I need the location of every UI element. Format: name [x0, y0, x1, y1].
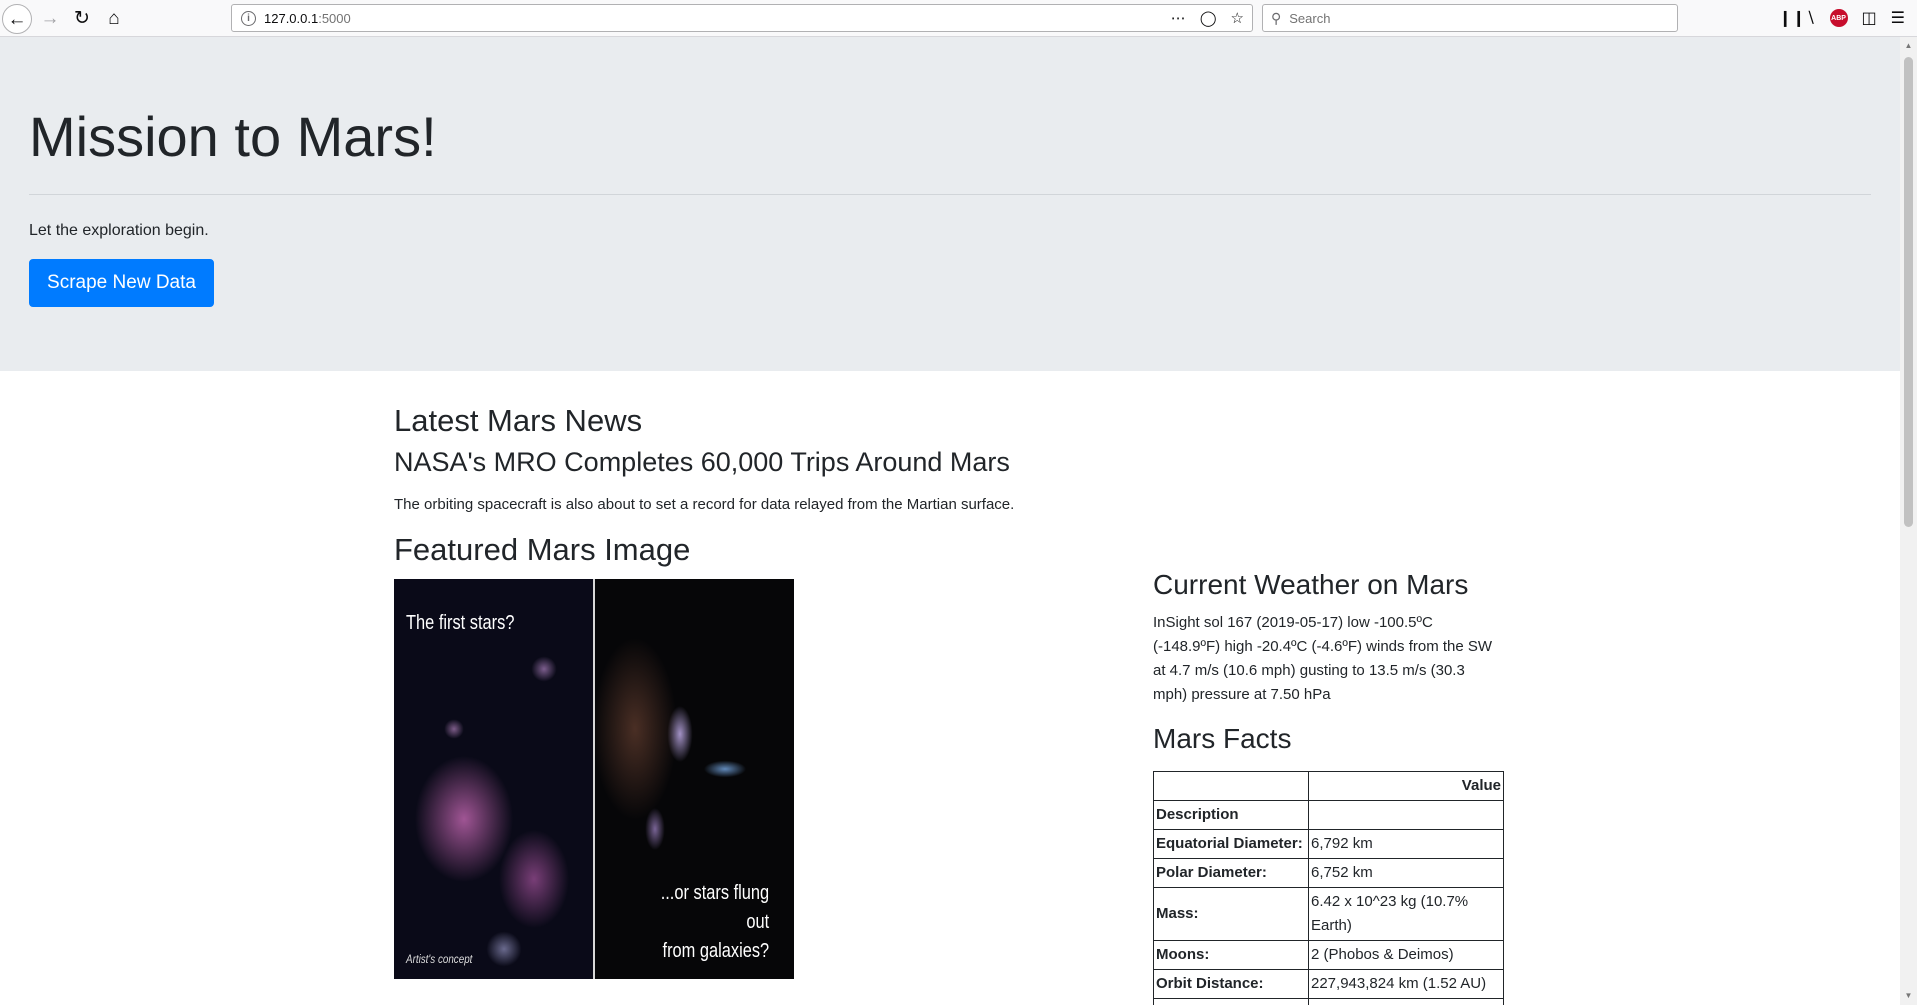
bookmark-star-icon[interactable]: ☆: [1231, 9, 1244, 27]
lead-text: Let the exploration begin.: [29, 222, 209, 239]
table-header-row: Value: [1153, 771, 1504, 801]
fact-label: Moons:: [1153, 940, 1309, 970]
table-row: Polar Diameter: 6,752 km: [1153, 858, 1504, 888]
weather-heading: Current Weather on Mars: [1153, 569, 1469, 600]
browser-toolbar: ← → ↻ ⌂ i 127.0.0.1:5000 ⋯ ◯ ☆ ⚲ Search …: [0, 0, 1917, 37]
menu-icon[interactable]: ☰: [1891, 8, 1905, 28]
table-row: Orbit Distance: 227,943,824 km (1.52 AU): [1153, 969, 1504, 999]
table-row: Equatorial Diameter: 6,792 km: [1153, 829, 1504, 859]
pocket-icon[interactable]: ◯: [1200, 9, 1217, 27]
library-icon[interactable]: ❙❙∖: [1779, 8, 1816, 28]
table-header-row: Description: [1153, 800, 1504, 830]
fact-label: Orbit Distance:: [1153, 969, 1309, 999]
search-icon: ⚲: [1271, 9, 1282, 26]
url-port: :5000: [318, 10, 351, 26]
table-body: Equatorial Diameter: 6,792 km Polar Diamet…: [1153, 829, 1504, 1005]
reload-icon[interactable]: ↻: [68, 4, 96, 32]
featured-image-caption-line-1: ...or stars flung out: [660, 882, 770, 933]
url-host: 127.0.0.1: [264, 10, 319, 26]
featured-image-left-panel: [394, 579, 594, 979]
search-placeholder: Search: [1289, 10, 1331, 26]
page-viewport: Mission to Mars! Let the exploration beg…: [0, 37, 1900, 1005]
fact-value: 6.42 x 10^23 kg (10.7% Earth): [1308, 887, 1504, 941]
fact-value: 227,943,824 km (1.52 AU): [1308, 969, 1504, 999]
featured-image-caption-line-2: from galaxies?: [662, 940, 770, 962]
table-header-description: Description: [1153, 800, 1309, 830]
forward-arrow-icon[interactable]: →: [36, 4, 64, 32]
fact-value: 2 (Phobos & Deimos): [1308, 940, 1504, 970]
news-title: NASA's MRO Completes 60,000 Trips Around…: [394, 447, 1010, 477]
scrape-new-data-button[interactable]: Scrape New Data: [29, 259, 214, 307]
fact-label: Polar Diameter:: [1153, 858, 1309, 888]
table-header-value: Value: [1308, 771, 1504, 801]
divider: [29, 194, 1871, 195]
fact-value: 687 days (1.9 years): [1308, 998, 1504, 1005]
fact-label: Orbit Period:: [1153, 998, 1309, 1005]
fact-label: Equatorial Diameter:: [1153, 829, 1309, 859]
scrollbar-thumb[interactable]: [1904, 57, 1913, 527]
featured-image-caption-top: The first stars?: [406, 612, 515, 634]
page-title: Mission to Mars!: [29, 105, 437, 168]
home-icon[interactable]: ⌂: [100, 4, 128, 32]
weather-text: InSight sol 167 (2019-05-17) low -100.5º…: [1153, 614, 1493, 703]
table-header-empty: [1308, 800, 1504, 830]
table-row: Moons: 2 (Phobos & Deimos): [1153, 940, 1504, 970]
table-row: Orbit Period:687 days (1.9 years): [1153, 998, 1504, 1005]
featured-image-heading: Featured Mars Image: [394, 532, 691, 567]
fact-label: Mass:: [1153, 887, 1309, 941]
jumbotron: Mission to Mars! Let the exploration beg…: [0, 37, 1900, 371]
scroll-down-arrow-icon[interactable]: ▼: [1904, 991, 1913, 1001]
info-icon[interactable]: i: [241, 10, 256, 26]
featured-image-credit: Artist's concept: [406, 952, 473, 966]
adblock-icon[interactable]: ABP: [1829, 9, 1848, 27]
page-actions-icon[interactable]: ⋯: [1171, 9, 1186, 27]
search-input[interactable]: ⚲ Search: [1262, 4, 1678, 32]
table-header-empty: [1153, 771, 1309, 801]
scroll-up-arrow-icon[interactable]: ▲: [1904, 41, 1913, 51]
news-teaser: The orbiting spacecraft is also about to…: [394, 496, 1015, 513]
featured-image: The first stars? ...or stars flung out f…: [394, 579, 794, 979]
fact-value: 6,752 km: [1308, 858, 1504, 888]
back-arrow-icon[interactable]: ←: [2, 4, 32, 34]
address-bar[interactable]: i 127.0.0.1:5000 ⋯ ◯ ☆: [231, 4, 1253, 32]
fact-value: 6,792 km: [1308, 829, 1504, 859]
mars-facts-table: Value Description Equatorial Diameter: 6,…: [1153, 771, 1504, 1005]
table-row: Mass: 6.42 x 10^23 kg (10.7% Earth): [1153, 887, 1504, 941]
vertical-scrollbar[interactable]: ▲ ▼: [1900, 37, 1917, 1005]
facts-heading: Mars Facts: [1153, 723, 1292, 754]
news-heading: Latest Mars News: [394, 403, 643, 438]
featured-image-caption-bottom: ...or stars flung out from galaxies?: [656, 879, 769, 966]
sidebar-icon[interactable]: ◫: [1862, 8, 1877, 28]
